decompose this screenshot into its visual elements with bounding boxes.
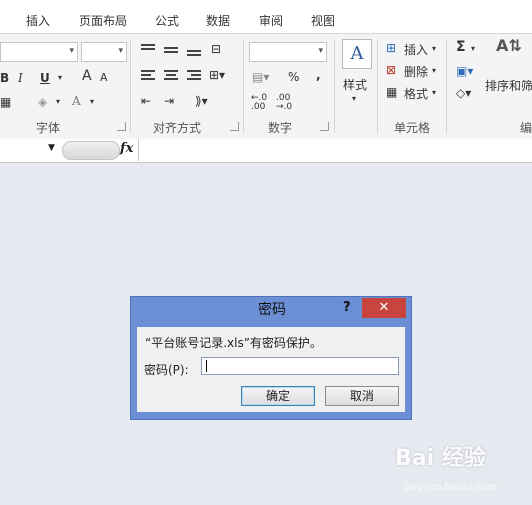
font-color-button[interactable]: A	[72, 94, 81, 108]
group-label-font: 字体	[36, 121, 61, 135]
underline-button[interactable]: U	[40, 71, 50, 85]
format-cells-icon[interactable]: ▦	[386, 85, 397, 99]
close-button[interactable]: ✕	[362, 298, 406, 318]
fill-icon[interactable]: ▣▾	[456, 64, 473, 78]
autosum-button[interactable]: Σ	[456, 40, 466, 54]
chevron-down-icon[interactable]: ▾	[58, 71, 62, 85]
chevron-down-icon[interactable]: ▾	[432, 42, 436, 56]
group-label-alignment: 对齐方式	[153, 121, 202, 135]
delete-cells-icon[interactable]: ⊠	[386, 63, 396, 77]
bold-button[interactable]: B	[0, 71, 9, 85]
font-size-combo[interactable]: ▾	[81, 42, 127, 62]
dialog-launcher-icon[interactable]	[320, 122, 329, 131]
insert-function-button[interactable]: fx	[120, 141, 133, 156]
merge-center-icon[interactable]: ⊞▾	[209, 68, 225, 82]
insert-cells-icon[interactable]: ⊞	[386, 41, 396, 55]
increase-decimal-icon[interactable]: ←.0.00	[251, 94, 267, 112]
decrease-indent-icon[interactable]: ⇤	[141, 94, 151, 108]
help-button[interactable]: ?	[343, 300, 351, 315]
dialog-launcher-icon[interactable]	[117, 122, 126, 131]
ribbon-tab-bar: 插入 页面布局 公式 数据 审阅 视图	[0, 0, 532, 33]
fill-color-icon[interactable]: ◈	[38, 95, 47, 109]
group-label-editing: 编	[520, 121, 532, 135]
ok-button[interactable]: 确定	[241, 386, 315, 406]
align-top-icon[interactable]	[141, 44, 155, 56]
italic-button[interactable]: I	[18, 71, 23, 85]
orientation-icon[interactable]: ⊟	[211, 42, 221, 56]
align-bottom-icon[interactable]	[187, 50, 201, 62]
group-divider	[446, 40, 447, 133]
percent-button[interactable]: %	[288, 70, 299, 84]
currency-icon[interactable]: ▤▾	[252, 70, 269, 84]
chevron-down-icon[interactable]: ▾	[432, 64, 436, 78]
group-label-number: 数字	[268, 121, 293, 135]
password-label: 密码(P):	[144, 363, 189, 377]
formula-bar-splitter[interactable]	[62, 141, 120, 160]
styles-icon[interactable]: A	[342, 39, 372, 69]
dialog-body: “平台账号记录.xls”有密码保护。 密码(P): 确定 取消	[137, 327, 405, 412]
baidu-watermark-url: jingyan.baidu.com	[405, 482, 498, 493]
text-caret	[206, 360, 207, 372]
ribbon: ▾ ▾ B I U ▾ A A ▦ ◈ ▾ A ▾ 字体 ⊟ ⊞▾ ⇤ ⇥ ⟫▾…	[0, 33, 532, 140]
formula-input[interactable]	[138, 139, 532, 161]
tab-review[interactable]: 审阅	[259, 12, 283, 29]
chevron-down-icon: ▾	[318, 46, 323, 56]
protection-message: “平台账号记录.xls”有密码保护。	[145, 336, 322, 350]
tab-data[interactable]: 数据	[206, 12, 230, 29]
grow-font-button[interactable]: A	[82, 69, 92, 83]
password-dialog: 密码 ? ✕ “平台账号记录.xls”有密码保护。 密码(P): 确定 取消	[130, 296, 412, 420]
chevron-down-icon: ▾	[69, 46, 74, 56]
shrink-font-button[interactable]: A	[100, 71, 108, 85]
baidu-watermark: Bai 经验	[395, 446, 486, 471]
tab-page-layout[interactable]: 页面布局	[79, 12, 127, 29]
align-middle-icon[interactable]	[164, 47, 178, 59]
chevron-down-icon[interactable]: ▾	[471, 42, 475, 56]
name-box[interactable]: ▼	[0, 142, 60, 159]
comma-button[interactable]: ,	[316, 68, 321, 82]
tab-view[interactable]: 视图	[311, 12, 335, 29]
password-input[interactable]	[201, 357, 399, 375]
chevron-down-icon: ▾	[118, 46, 123, 56]
tab-insert[interactable]: 插入	[26, 12, 50, 29]
group-label-cells: 单元格	[394, 121, 431, 135]
increase-indent-icon[interactable]: ⇥	[164, 94, 174, 108]
chevron-down-icon[interactable]: ▾	[90, 95, 94, 109]
decrease-decimal-icon[interactable]: .00 →.0	[276, 94, 292, 112]
wrap-text-icon[interactable]: ⟫▾	[195, 94, 208, 108]
number-format-combo[interactable]: ▾	[249, 42, 327, 62]
border-icon[interactable]: ▦	[0, 95, 11, 109]
chevron-down-icon[interactable]: ▾	[352, 92, 356, 106]
align-right-icon[interactable]	[187, 70, 201, 82]
group-divider	[243, 40, 244, 133]
format-cells-button[interactable]: 格式	[404, 85, 428, 102]
group-divider	[130, 40, 131, 133]
align-left-icon[interactable]	[141, 70, 155, 82]
font-name-combo[interactable]: ▾	[0, 42, 78, 62]
group-divider	[377, 40, 378, 133]
tab-formulas[interactable]: 公式	[155, 12, 179, 29]
dialog-launcher-icon[interactable]	[230, 122, 239, 131]
styles-button[interactable]: 样式	[343, 76, 367, 93]
sort-filter-icon[interactable]: A⇅	[496, 38, 522, 54]
chevron-down-icon[interactable]: ▾	[56, 95, 60, 109]
clear-icon[interactable]: ◇▾	[456, 86, 471, 100]
align-center-icon[interactable]	[164, 70, 178, 82]
chevron-down-icon[interactable]: ▾	[432, 86, 436, 100]
insert-cells-button[interactable]: 插入	[404, 41, 428, 58]
sort-filter-button[interactable]: 排序和筛	[485, 77, 532, 94]
group-divider	[334, 40, 335, 133]
delete-cells-button[interactable]: 删除	[404, 63, 428, 80]
chevron-down-icon[interactable]: ▼	[48, 143, 55, 153]
cancel-button[interactable]: 取消	[325, 386, 399, 406]
